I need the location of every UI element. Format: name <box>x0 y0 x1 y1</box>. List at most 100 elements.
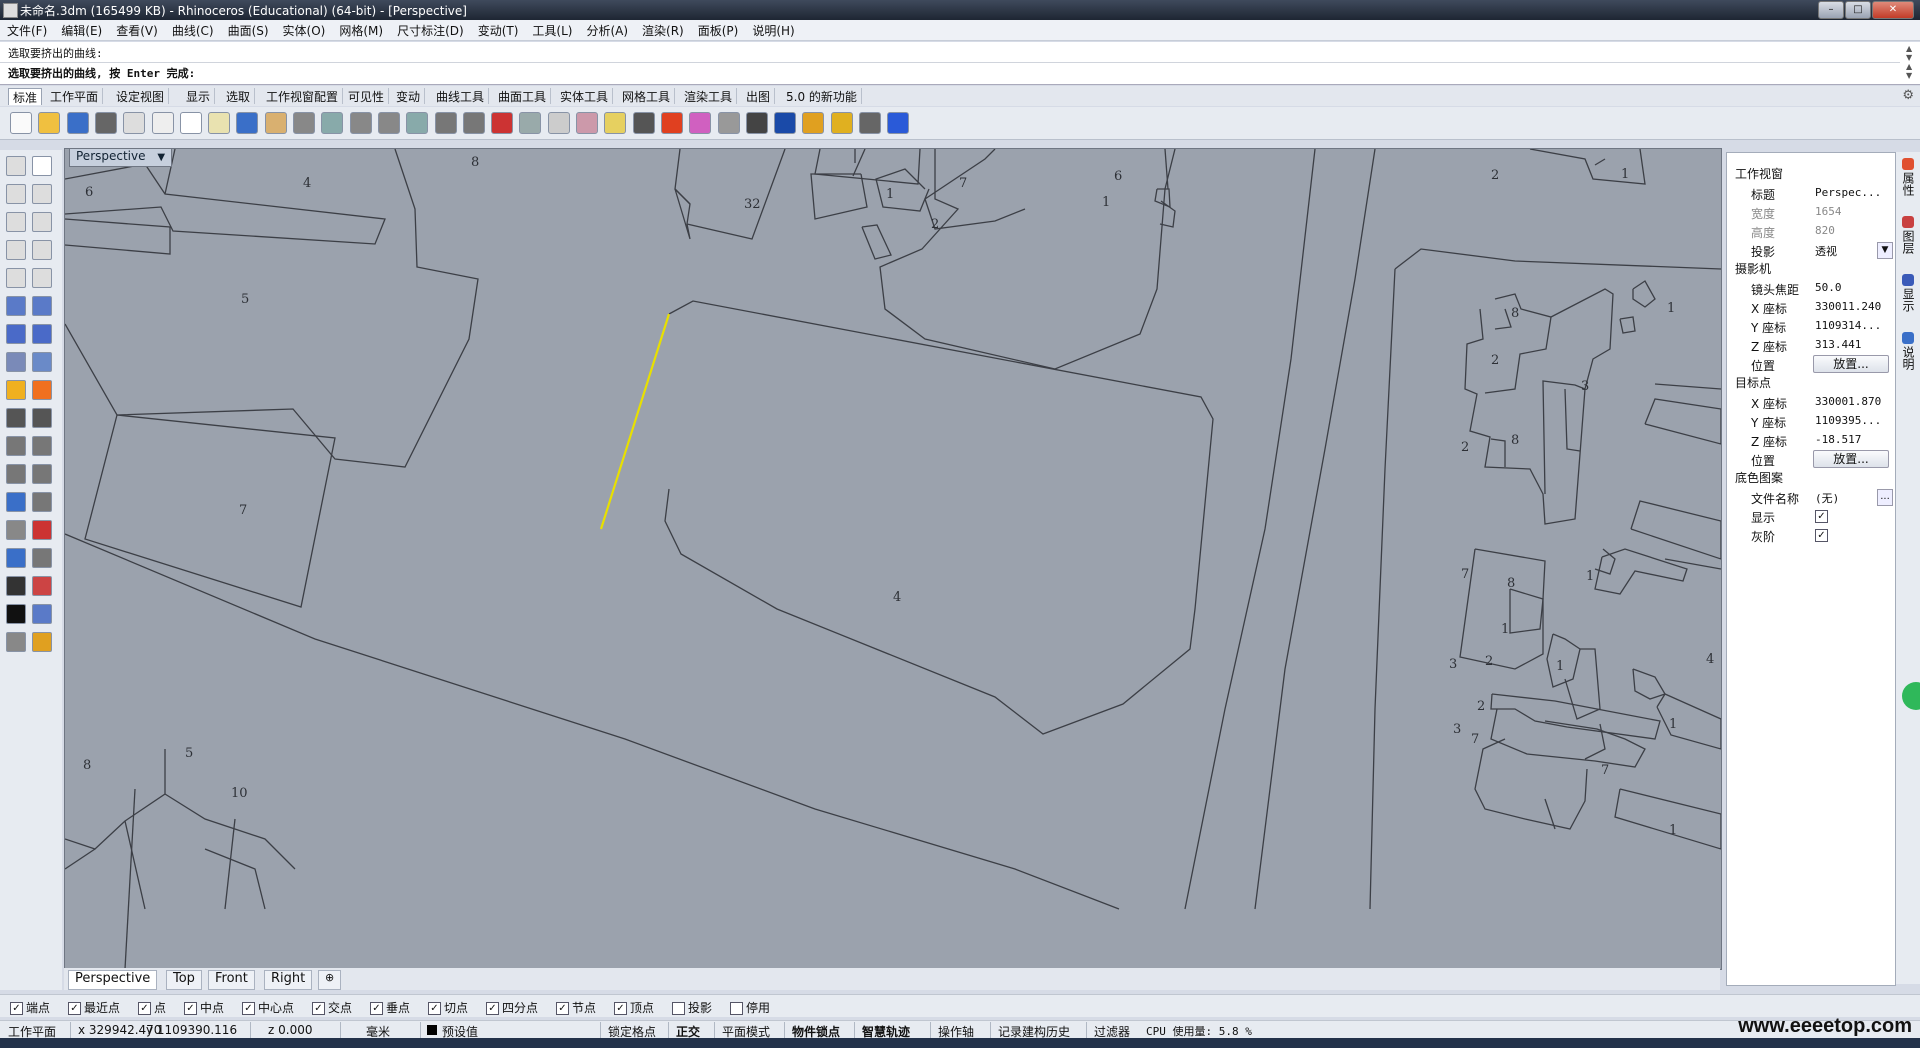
mesh-icon[interactable] <box>32 352 52 372</box>
menu-item[interactable]: 实体(O) <box>276 20 333 39</box>
open-folder-icon[interactable] <box>38 112 61 134</box>
close-icon[interactable]: ✕ <box>1872 1 1914 19</box>
menu-item[interactable]: 说明(H) <box>745 20 801 39</box>
osnap-checkbox[interactable]: ✓ <box>370 1002 383 1015</box>
osnap-0[interactable]: ✓ 端点 <box>10 999 50 1016</box>
properties-icon[interactable] <box>32 604 52 624</box>
menu-item[interactable]: 分析(A) <box>579 20 635 39</box>
explode-icon[interactable] <box>32 436 52 456</box>
zoom-selected-icon[interactable] <box>406 112 429 134</box>
viewport-canvas[interactable]: 84 6532172617428231182787112323117145810 <box>65 149 1721 969</box>
layer-color-swatch[interactable] <box>427 1025 437 1035</box>
save-icon[interactable] <box>66 112 89 134</box>
arc-icon[interactable] <box>6 240 26 260</box>
rendered-sphere-icon[interactable] <box>745 112 768 134</box>
menu-item[interactable]: 网格(M) <box>332 20 390 39</box>
panel-row-value[interactable]: 313.441 <box>1815 338 1891 351</box>
maximize-icon[interactable]: □ <box>1845 1 1871 19</box>
panel-row-value[interactable]: 1109395... <box>1815 414 1891 427</box>
osnap-checkbox[interactable]: ✓ <box>556 1002 569 1015</box>
extrude-surface-icon[interactable] <box>32 296 52 316</box>
osnap-1[interactable]: ✓ 最近点 <box>68 999 120 1016</box>
group-icon[interactable] <box>6 436 26 456</box>
menu-item[interactable]: 变动(T) <box>471 20 526 39</box>
toolbar-tab[interactable]: 曲面工具 <box>494 88 552 104</box>
copy-icon[interactable] <box>179 112 202 134</box>
lock-icon[interactable] <box>632 112 655 134</box>
add-viewport-tab-icon[interactable]: ⊕ <box>318 970 342 990</box>
toolbar-tab[interactable]: 显示 <box>182 88 216 104</box>
osnap-checkbox[interactable]: ✓ <box>242 1002 255 1015</box>
side-tab[interactable]: 显示 <box>1898 274 1918 315</box>
render-icon[interactable] <box>774 112 797 134</box>
trim-icon[interactable] <box>32 408 52 428</box>
osnap-2[interactable]: ✓ 点 <box>138 999 166 1016</box>
zoom-icon[interactable] <box>321 112 344 134</box>
undo-view-icon[interactable] <box>434 112 457 134</box>
osnap-checkbox[interactable]: ✓ <box>614 1002 627 1015</box>
osnap-checkbox[interactable] <box>672 1002 685 1015</box>
object-snap-icon[interactable] <box>576 112 598 134</box>
menu-item[interactable]: 尺寸标注(D) <box>390 20 471 39</box>
solid-tools-icon[interactable] <box>6 548 26 568</box>
osnap-6[interactable]: ✓ 垂点 <box>370 999 410 1016</box>
viewport-menu-arrow-icon[interactable]: ▼ <box>157 152 165 163</box>
osnap-7[interactable]: ✓ 切点 <box>428 999 468 1016</box>
selected-curve[interactable] <box>599 313 671 530</box>
checkbox[interactable]: ✓ <box>1815 529 1828 542</box>
panel-row-value[interactable]: 1109314... <box>1815 319 1891 332</box>
shaded-sphere-icon[interactable] <box>717 112 740 134</box>
menu-item[interactable]: 查看(V) <box>109 20 165 39</box>
panel-row-value[interactable]: 330001.870 <box>1815 395 1891 408</box>
panel-row-value[interactable]: 50.0 <box>1815 281 1891 294</box>
cut-icon[interactable] <box>151 112 174 134</box>
toolbar-tab[interactable]: 工作平面 <box>46 88 104 104</box>
projection-dropdown-icon[interactable]: ▼ <box>1877 242 1893 259</box>
menu-item[interactable]: 编辑(E) <box>54 20 109 39</box>
osnap-checkbox[interactable]: ✓ <box>184 1002 197 1015</box>
side-tab[interactable]: 说明 <box>1898 332 1918 373</box>
render-material-icon[interactable] <box>6 632 26 652</box>
osnap-10[interactable]: ✓ 顶点 <box>614 999 654 1016</box>
menu-item[interactable]: 面板(P) <box>691 20 746 39</box>
layer-icon[interactable] <box>660 112 683 134</box>
select-arrow-icon[interactable] <box>6 156 26 176</box>
osnap-5[interactable]: ✓ 交点 <box>312 999 352 1016</box>
toolbar-tab[interactable]: 选取 <box>222 88 256 104</box>
car-icon[interactable] <box>491 112 514 134</box>
menu-item[interactable]: 渲染(R) <box>635 20 691 39</box>
point-icon[interactable] <box>32 156 52 176</box>
sphere-icon[interactable] <box>32 324 52 344</box>
viewport-tab[interactable]: Perspective <box>68 970 158 990</box>
minimize-icon[interactable]: – <box>1818 1 1844 19</box>
menu-item[interactable]: 曲线(C) <box>165 20 221 39</box>
camera-icon[interactable] <box>519 112 542 134</box>
osnap-checkbox[interactable]: ✓ <box>68 1002 81 1015</box>
place-button[interactable]: 放置... <box>1813 450 1889 468</box>
brush-icon[interactable] <box>802 112 825 134</box>
perspective-viewport[interactable]: 8 4 6 5 32 1 7 2 6 1 7 4 2 8 2 3 1 1 8 2 7 8 7 1 1 2 3 2 3 1 1 7 1 4 5 8 10 <box>64 148 1722 970</box>
osnap-checkbox[interactable]: ✓ <box>138 1002 151 1015</box>
grid-snap-icon[interactable] <box>859 112 881 134</box>
control-point-curve-icon[interactable] <box>32 184 52 204</box>
print-icon[interactable] <box>94 112 117 134</box>
toolbar-settings-icon[interactable]: ⚙ <box>1902 88 1914 103</box>
toolbar-tab[interactable]: 5.0 的新功能 <box>782 88 862 104</box>
analyze-icon[interactable] <box>32 548 52 568</box>
matrix-icon[interactable] <box>6 576 26 596</box>
toolbar-tab[interactable]: 变动 <box>392 88 426 104</box>
toolbar-tab[interactable]: 实体工具 <box>556 88 614 104</box>
check-icon[interactable] <box>6 604 26 624</box>
circle-icon[interactable] <box>6 212 26 232</box>
update-badge-icon[interactable] <box>1902 682 1920 710</box>
viewport-title-text[interactable]: Perspective <box>76 149 146 163</box>
checkbox[interactable]: ✓ <box>1815 510 1828 523</box>
paste-icon[interactable] <box>208 112 231 134</box>
side-tab[interactable]: 属性 <box>1898 158 1918 199</box>
toolbar-tab[interactable]: 曲线工具 <box>432 88 490 104</box>
options-gear-icon[interactable] <box>830 112 853 134</box>
viewport-tab[interactable]: Front <box>208 970 255 990</box>
new-file-icon[interactable] <box>10 112 32 134</box>
surface-from-curves-icon[interactable] <box>6 296 26 316</box>
panel-row-value[interactable]: 330011.240 <box>1815 300 1891 313</box>
